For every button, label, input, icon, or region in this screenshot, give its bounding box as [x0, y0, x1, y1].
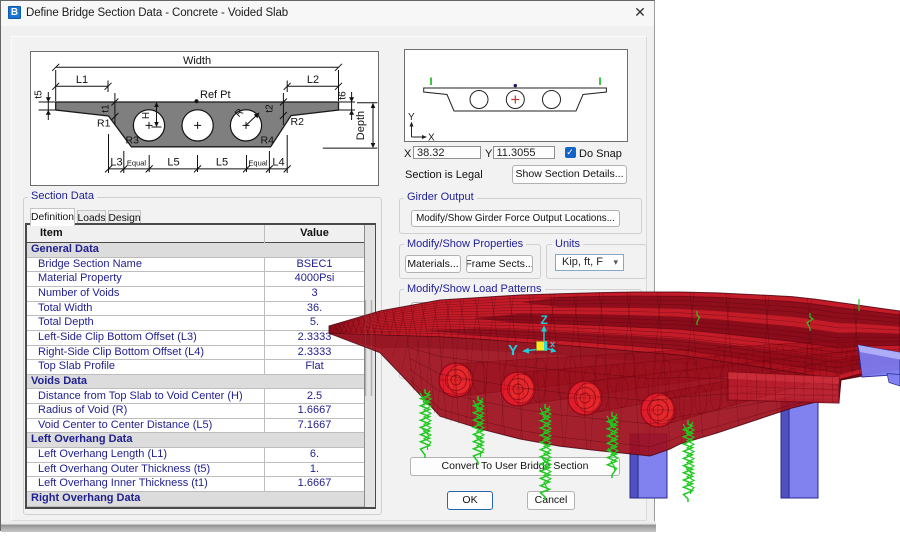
svg-text:Depth: Depth — [355, 111, 367, 140]
svg-text:L5: L5 — [216, 157, 228, 169]
svg-text:t1: t1 — [101, 104, 112, 113]
svg-text:Z: Z — [541, 313, 548, 327]
svg-text:L1: L1 — [76, 74, 88, 86]
svg-text:Y: Y — [408, 112, 415, 123]
svg-text:Equal: Equal — [248, 159, 268, 168]
svg-text:Width: Width — [183, 55, 211, 67]
svg-text:R4: R4 — [261, 135, 275, 147]
svg-text:L4: L4 — [272, 157, 284, 169]
svg-text:R1: R1 — [97, 118, 111, 130]
svg-text:Equal: Equal — [127, 159, 147, 168]
svg-text:t5: t5 — [34, 90, 45, 99]
svg-text:H: H — [141, 112, 152, 119]
svg-text:t6: t6 — [338, 91, 349, 100]
svg-text:Ref Pt: Ref Pt — [200, 89, 231, 101]
svg-text:t2: t2 — [265, 104, 276, 113]
svg-text:x: x — [550, 339, 555, 349]
svg-text:Y: Y — [508, 342, 518, 359]
svg-text:L3: L3 — [110, 157, 122, 169]
svg-text:X: X — [428, 133, 435, 142]
svg-text:L5: L5 — [167, 157, 179, 169]
svg-text:L2: L2 — [307, 74, 319, 86]
svg-text:R3: R3 — [126, 135, 140, 147]
svg-text:R2: R2 — [291, 116, 305, 128]
